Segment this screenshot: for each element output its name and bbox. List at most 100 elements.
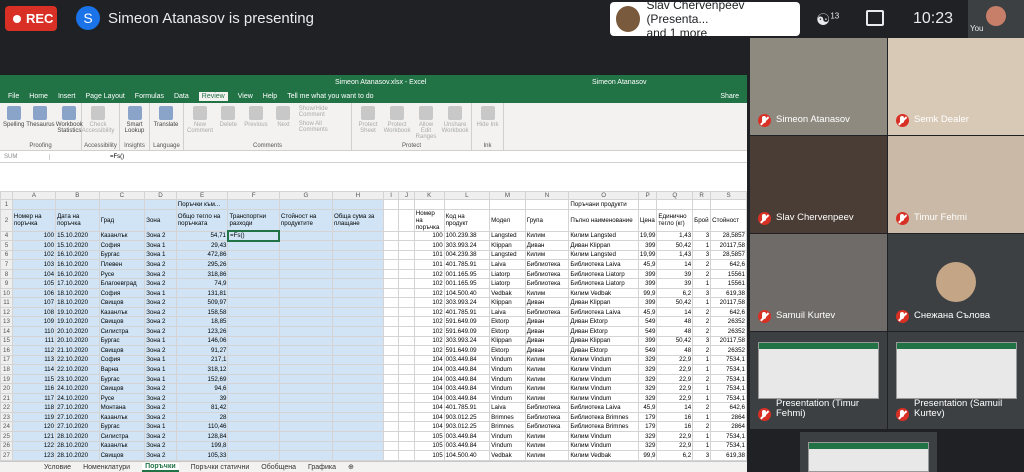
product-cell[interactable]: Диван Klippan — [568, 335, 639, 347]
product-cell[interactable]: Laiva — [489, 259, 526, 270]
cell-zone[interactable]: Зона 1 — [144, 364, 177, 375]
product-cell[interactable]: 399 — [637, 297, 658, 308]
product-cell[interactable]: 619,38 — [710, 450, 747, 461]
cell-order-date[interactable]: 21.10.2020 — [55, 345, 100, 356]
product-cell[interactable]: 591.649.09 — [443, 316, 491, 327]
participant-tile-0[interactable]: Simeon Atanasov — [750, 38, 887, 135]
hide-ink-button[interactable]: Hide Ink — [475, 106, 500, 128]
row-header[interactable]: 21 — [0, 392, 13, 404]
cell[interactable] — [398, 440, 415, 452]
cell-total-sum[interactable] — [331, 383, 384, 394]
product-cell[interactable]: 549 — [637, 316, 658, 327]
cell[interactable] — [382, 354, 400, 366]
sheet-tab-porachki[interactable]: Поръчки — [142, 462, 179, 472]
cell-zone[interactable]: Зона 1 — [144, 249, 177, 261]
cell-products-value[interactable] — [278, 268, 333, 280]
row-header[interactable]: 12 — [0, 306, 13, 318]
cell[interactable] — [144, 199, 177, 210]
product-cell[interactable]: 100 — [413, 230, 445, 242]
column-header[interactable]: G — [278, 191, 333, 200]
tab-insert[interactable]: Insert — [58, 93, 76, 100]
cell-products-value[interactable] — [278, 364, 333, 375]
column-title[interactable]: Обща сума за плащане — [331, 208, 384, 232]
cell[interactable] — [382, 240, 400, 251]
row-header[interactable]: 16 — [0, 345, 13, 356]
product-cell[interactable]: 3 — [692, 450, 712, 461]
product-cell[interactable]: 1 — [692, 297, 712, 308]
cell-zone[interactable]: Зона 2 — [144, 345, 177, 356]
cell-city[interactable]: Силистра — [98, 326, 146, 337]
cell-zone[interactable]: Зона 2 — [144, 392, 177, 404]
cell-products-value[interactable] — [278, 240, 333, 251]
cell[interactable] — [382, 208, 400, 232]
product-cell[interactable]: 15561 — [710, 278, 747, 289]
cell-zone[interactable]: Зона 2 — [144, 402, 177, 413]
cell-products-value[interactable] — [278, 316, 333, 327]
product-cell[interactable]: 1 — [692, 440, 712, 452]
cell-order-number[interactable]: 105 — [11, 278, 57, 289]
cell-order-number[interactable]: 116 — [11, 383, 57, 394]
cell[interactable] — [382, 402, 400, 413]
recording-badge[interactable]: REC — [5, 6, 57, 31]
cell-zone[interactable]: Зона 2 — [144, 383, 177, 394]
cell[interactable] — [637, 199, 658, 210]
column-title[interactable]: Транспортни разходи — [227, 208, 280, 232]
product-cell[interactable]: 20117,58 — [710, 297, 747, 308]
cell-city[interactable]: Свищов — [98, 450, 146, 461]
product-cell[interactable]: 1 — [692, 431, 712, 442]
product-cell[interactable]: Vindum — [489, 354, 526, 366]
row-header[interactable]: 25 — [0, 431, 13, 442]
cell-order-number[interactable]: 100 — [11, 230, 57, 242]
product-cell[interactable]: 329 — [637, 431, 658, 442]
product-cell[interactable]: Диван — [524, 345, 570, 356]
cell[interactable] — [398, 364, 415, 375]
presentation-card[interactable]: Slav Chervenpeev (Presenta... and 1 more — [610, 0, 800, 40]
product-cell[interactable]: 2864 — [710, 421, 747, 433]
product-cell[interactable]: Vedbak — [489, 287, 526, 299]
cell-zone[interactable]: Зона 1 — [144, 373, 177, 385]
cell-total-weight[interactable]: 295,26 — [175, 259, 229, 270]
product-cell[interactable]: 105 — [413, 431, 445, 442]
cell[interactable] — [398, 450, 415, 461]
product-cell[interactable]: 99,9 — [637, 287, 658, 299]
cell-transport[interactable] — [227, 402, 280, 413]
cell-order-number[interactable]: 108 — [11, 306, 57, 318]
cell[interactable] — [692, 199, 712, 210]
cell-zone[interactable]: Зона 2 — [144, 431, 177, 442]
product-cell[interactable]: Vedbak — [489, 450, 526, 461]
cell-total-sum[interactable] — [331, 278, 384, 289]
product-cell[interactable]: 003.449.84 — [443, 364, 491, 375]
product-cell[interactable]: Килим — [524, 230, 570, 242]
cell[interactable] — [98, 199, 146, 210]
cell[interactable] — [382, 431, 400, 442]
delete-comment-button[interactable]: Delete — [216, 106, 241, 128]
cell-products-value[interactable] — [278, 450, 333, 461]
product-cell[interactable]: 26352 — [710, 345, 747, 356]
product-cell[interactable]: 45,9 — [637, 259, 658, 270]
cell[interactable] — [382, 450, 400, 461]
product-cell[interactable]: Библиотека Liatorp — [568, 278, 639, 289]
cell-order-date[interactable]: 15.10.2020 — [55, 240, 100, 251]
cell-order-number[interactable]: 115 — [11, 373, 57, 385]
cell-order-date[interactable]: 23.10.2020 — [55, 373, 100, 385]
self-view-tile[interactable]: You — [968, 0, 1024, 38]
product-cell[interactable]: 45,9 — [637, 402, 658, 413]
product-cell[interactable]: 19,99 — [637, 249, 658, 261]
tab-formulas[interactable]: Formulas — [135, 93, 164, 100]
product-cell[interactable]: 642,6 — [710, 402, 747, 413]
product-cell[interactable]: 2 — [692, 268, 712, 280]
cell-total-weight[interactable]: 39 — [175, 392, 229, 404]
product-cell[interactable]: 3 — [692, 335, 712, 347]
cell-total-sum[interactable] — [331, 240, 384, 251]
cell-zone[interactable]: Зона 2 — [144, 306, 177, 318]
cell-city[interactable]: Казанлък — [98, 230, 146, 242]
cell-transport[interactable] — [227, 259, 280, 270]
cell-products-value[interactable] — [278, 402, 333, 413]
product-cell[interactable]: Vindum — [489, 440, 526, 452]
product-cell[interactable]: Килим — [524, 383, 570, 394]
row-header[interactable]: 2 — [0, 208, 13, 232]
product-cell[interactable]: Библиотека — [524, 268, 570, 280]
cell-zone[interactable]: Зона 1 — [144, 354, 177, 366]
cell-order-number[interactable]: 110 — [11, 326, 57, 337]
group-header-orders[interactable]: Поръчки към... — [175, 199, 229, 210]
